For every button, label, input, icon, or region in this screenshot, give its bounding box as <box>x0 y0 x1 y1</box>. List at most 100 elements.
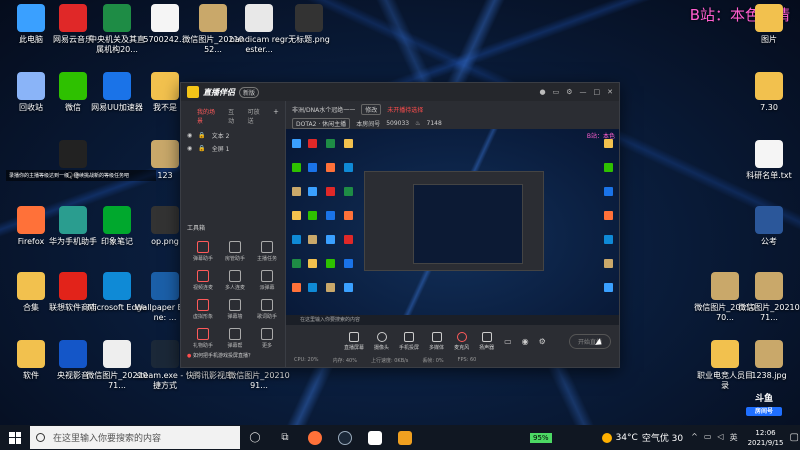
preview-watermark: B站：本色 <box>586 133 615 140</box>
preview-mini-icon <box>308 259 317 268</box>
stream-status: 未开播待选择 <box>387 107 424 114</box>
room-id: 509033 <box>386 120 410 127</box>
tool-button[interactable]: 派弹幕 <box>251 270 283 291</box>
gear-icon[interactable]: ⚙ <box>539 337 546 346</box>
tab-interact[interactable]: 互动 <box>228 107 240 125</box>
tool-button[interactable]: 虚拟形象 <box>187 299 219 320</box>
add-scene-icon[interactable]: ＋ <box>273 107 279 125</box>
desktop-icon[interactable]: 1238.jpg <box>738 340 800 381</box>
speaker-button[interactable]: 扬声器 <box>479 331 494 351</box>
tool-label: 派弹幕 <box>259 285 275 291</box>
tool-button[interactable]: 多人连麦 <box>219 270 251 291</box>
tool-button[interactable]: 弹幕墙 <box>219 299 251 320</box>
wechat-icon <box>59 72 87 100</box>
microphone-button[interactable]: 麦克风 <box>454 331 469 351</box>
app-icon <box>368 430 382 445</box>
bandicam-icon <box>245 4 273 32</box>
phone-icon <box>404 331 415 342</box>
tab-my-scenes[interactable]: 我的场景 <box>197 107 220 125</box>
steam-icon <box>151 340 179 368</box>
fps-status: FPS: 60 <box>457 357 477 363</box>
tool-button[interactable]: 视频连麦 <box>187 270 219 291</box>
tool-button[interactable]: 弹幕帮 <box>219 328 251 349</box>
eye-icon[interactable]: ◉ <box>522 337 529 346</box>
minimize-icon[interactable]: — <box>580 88 587 96</box>
tool-button[interactable]: 主播任务 <box>251 241 283 262</box>
avatar[interactable]: ● <box>539 88 545 96</box>
desktop-icon-label: 1238.jpg <box>751 371 787 380</box>
tool-button[interactable]: 礼物助手 <box>187 328 219 349</box>
phone-cast-button[interactable]: 手机投屏 <box>399 331 419 351</box>
multimedia-button[interactable]: 多媒体 <box>429 331 444 351</box>
tool-button[interactable]: 更多 <box>251 328 283 349</box>
taskbar-steam[interactable] <box>330 425 360 450</box>
preview-mini-icon <box>326 259 335 268</box>
weather-widget[interactable]: 34°C 空气优 30 <box>601 431 683 444</box>
cpu-status: CPU: 20% <box>294 357 319 363</box>
windows-logo-icon <box>9 431 21 444</box>
tool-button[interactable]: 歌词助手 <box>251 299 283 320</box>
desktop-icon[interactable]: 7.30 <box>738 72 800 113</box>
desktop-icon[interactable]: 公考 <box>738 206 800 247</box>
preview-mini-icon <box>326 163 335 172</box>
monitor-icon <box>349 331 359 342</box>
media-icon <box>431 331 442 342</box>
network-icon[interactable]: ▭ <box>704 432 712 443</box>
edit-title-button[interactable]: 修改 <box>361 104 382 115</box>
scene-item[interactable]: ◉ 🔒 文本 2 <box>181 129 285 142</box>
start-live-button[interactable]: 开始直播 <box>568 333 611 349</box>
camera-button[interactable]: 摄像头 <box>374 331 389 351</box>
preview-mini-icon <box>308 235 317 244</box>
tool-button[interactable]: 弹幕助手 <box>187 241 219 262</box>
qq-icon <box>59 140 87 168</box>
lock-icon[interactable]: 🔒 <box>198 145 205 152</box>
notification-icon[interactable]: ▢ <box>789 432 798 443</box>
recycle-bin-icon <box>17 72 45 100</box>
input-method[interactable]: 英 <box>730 432 738 443</box>
desktop-icon[interactable]: 科研名单.txt <box>738 140 800 181</box>
taskbar-help[interactable] <box>390 425 420 450</box>
preview-mini-icon <box>326 139 335 148</box>
tool-icon <box>229 241 241 253</box>
cortana-icon[interactable]: ◯ <box>240 425 270 450</box>
app-sidebar: 我的场景 互动 可放送 ＋ ◉ 🔒 文本 2 ◉ 🔒 全屏 1 工具箱 弹幕助手… <box>181 101 286 367</box>
qq-notification[interactable]: 录播你的主播等级达到一级，继续挑战新的等级任务吧 <box>6 170 156 181</box>
start-button[interactable] <box>0 425 30 450</box>
message-icon[interactable]: ▭ <box>553 88 560 96</box>
live-streaming-app-window[interactable]: 直播伴侣 新版 ● ▭ ⚙ — □ ✕ 我的场景 互动 可放送 ＋ ◉ 🔒 文本… <box>180 82 620 368</box>
screencast-tip[interactable]: ● 如何把手机游戏投屏直播？ <box>187 352 253 359</box>
battery-indicator[interactable]: 95% <box>530 432 552 443</box>
tab-broadcast[interactable]: 可放送 <box>248 107 265 125</box>
close-icon[interactable]: ✕ <box>607 88 613 96</box>
tool-button[interactable]: 房管助手 <box>219 241 251 262</box>
lock-icon[interactable]: 🔒 <box>198 132 205 139</box>
preview-mini-icon <box>292 187 301 196</box>
eye-icon[interactable]: ◉ <box>187 132 192 139</box>
excel-icon <box>103 4 131 32</box>
app-version-badge[interactable]: 新版 <box>239 86 260 98</box>
app-titlebar[interactable]: 直播伴侣 新版 ● ▭ ⚙ — □ ✕ <box>181 83 619 101</box>
taskbar-search[interactable]: 在这里输入你要搜索的内容 <box>30 426 240 449</box>
volume-icon[interactable]: ◁ <box>717 432 723 443</box>
chevron-up-icon[interactable]: ^ <box>691 432 698 443</box>
cctv-icon <box>59 340 87 368</box>
screen-capture-button[interactable]: 直播屏幕 <box>344 331 364 351</box>
category-selector[interactable]: DOTA2 · 休闲主播 <box>292 118 351 129</box>
record-icon[interactable]: ▭ <box>504 337 512 346</box>
task-view-icon[interactable]: ⧉ <box>270 425 300 450</box>
image-folder-icon <box>755 4 783 32</box>
toolbox-title: 工具箱 <box>187 225 206 232</box>
taskbar-firefox[interactable] <box>300 425 330 450</box>
desktop-icon[interactable]: 微信图片_2021071... <box>738 272 800 323</box>
clock[interactable]: 12:06 2021/9/15 <box>748 428 784 448</box>
stream-preview[interactable]: B站：本色 在这里输入你要搜索的内容 <box>286 129 619 325</box>
desktop-icon[interactable]: 图片 <box>738 4 800 45</box>
desktop-icon[interactable]: 无标题.png <box>278 4 340 45</box>
eye-icon[interactable]: ◉ <box>187 145 192 152</box>
maximize-icon[interactable]: □ <box>594 88 601 96</box>
scene-item[interactable]: ◉ 🔒 全屏 1 <box>181 142 285 155</box>
settings-icon[interactable]: ⚙ <box>566 88 572 96</box>
stream-title[interactable]: 非洲/DNA水个冠绝一一 <box>292 105 355 114</box>
microphone-icon <box>456 331 467 342</box>
taskbar-app[interactable] <box>360 425 390 450</box>
